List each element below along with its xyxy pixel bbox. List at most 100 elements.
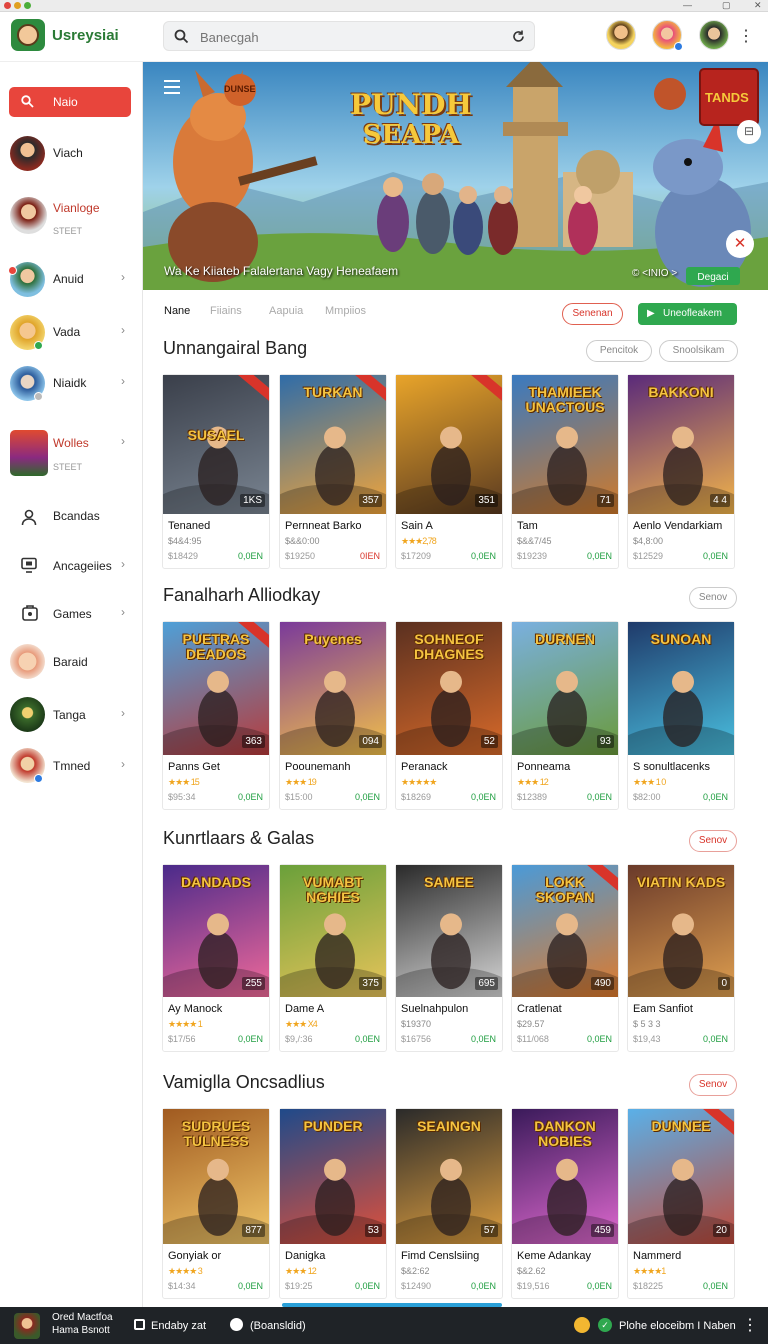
tab-fiiains[interactable]: Fiiains [210,305,242,317]
gift-icon[interactable]: ⊟ [737,120,761,144]
game-status[interactable]: 0,0EN [587,551,612,561]
game-card[interactable]: Puyenes 094 Poounemanh ★★★ 19 $15:00 0,0EN [279,621,387,810]
sidebar-item-wolles[interactable]: Wolles STEET › [0,428,143,476]
sidebar-item-tanga[interactable]: Tanga › [0,695,143,739]
game-status[interactable]: 0,0EN [471,1034,496,1044]
game-status[interactable]: 0,0EN [703,792,728,802]
search-bar[interactable] [163,21,535,51]
game-status[interactable]: 0,0EN [587,792,612,802]
game-cover-art[interactable]: 351 [396,375,502,514]
sidebar-item-bcandas[interactable]: Bcandas [0,502,143,546]
section-filter-pill[interactable]: Senov [689,830,737,852]
game-cover-art[interactable]: DANKON NOBIES 459 [512,1109,618,1244]
game-title[interactable]: Gonyiak or [168,1250,221,1262]
game-card[interactable]: SAMEE 695 Suelnahpulon $19370 $16756 0,0EN [395,864,503,1052]
game-title[interactable]: Tam [517,520,538,532]
sidebar-item-vianloge[interactable]: Vianloge STEET [0,193,143,237]
game-card[interactable]: SUSAEL 1KS Tenaned $4&4:95 $18429 0,0EN [162,374,270,569]
game-card[interactable]: PUETRAS DEADOS 363 Panns Get ★★★ 15 $95:34 0,… [162,621,270,810]
game-status[interactable]: 0,0EN [587,1034,612,1044]
game-status[interactable]: 0,0EN [587,1281,612,1291]
game-card[interactable]: SOHNEOF DHAGNES 52 Peranack ★★★★★ $18269 0,0E… [395,621,503,810]
game-card[interactable]: PUNDER 53 Danigka ★★★ 12 $19:25 0,0EN [279,1108,387,1299]
game-cover-art[interactable]: DANDADS 255 [163,865,269,997]
game-card[interactable]: SUDRUES TULNESS 877 Gonyiak or ★★★★ 3 $14:34… [162,1108,270,1299]
more-menu-icon[interactable]: ⋮ [738,26,754,46]
tab-mmpiios[interactable]: Mmpiios [325,305,366,317]
game-title[interactable]: Peranack [401,761,447,773]
game-card[interactable]: SUNOAN S sonultlacenks ★★★ 1 0 $82:00 0,0EN [627,621,735,810]
game-status[interactable]: 0,0EN [471,792,496,802]
user-avatar-2[interactable] [652,20,683,51]
window-close-icon[interactable]: ✕ [754,0,762,10]
refresh-icon[interactable] [511,29,526,44]
game-cover-art[interactable]: PUETRAS DEADOS 363 [163,622,269,755]
section-filter-pill[interactable]: Senov [689,1074,737,1096]
game-cover-art[interactable]: BAKKONI 4 4 [628,375,734,514]
section-filter-pill[interactable]: Snoolsikam [659,340,738,362]
game-title[interactable]: Eam Sanfiot [633,1003,693,1015]
clock-icon[interactable] [230,1318,243,1331]
tab-nane[interactable]: Nane [164,305,190,317]
app-logo[interactable] [11,19,45,51]
game-cover-art[interactable]: DUNNEE 20 [628,1109,734,1244]
game-card[interactable]: SEAINGN 57 Fimd Censlsiing $&2:62 $12490 0,0E… [395,1108,503,1299]
sidebar-item-ancageiies[interactable]: Ancageiies › [0,552,143,596]
game-cover-art[interactable]: SAMEE 695 [396,865,502,997]
game-card[interactable]: DANKON NOBIES 459 Keme Adankay $&2.62 $19,51… [511,1108,619,1299]
uneofleakem-button[interactable]: ▶ Uneofleakem [638,303,737,325]
sidebar-home-button[interactable]: Naio [9,87,131,117]
game-status[interactable]: 0,0EN [238,1034,263,1044]
game-title[interactable]: Ponneama [517,761,570,773]
sidebar-item-viach[interactable]: Viach [0,132,143,176]
game-status[interactable]: 0,0EN [238,1281,263,1291]
game-cover-art[interactable]: VUMABT NGHIES 375 [280,865,386,997]
game-cover-art[interactable]: VIATIN KADS 0 [628,865,734,997]
game-status[interactable]: 0,0EN [355,1034,380,1044]
game-title[interactable]: Fimd Censlsiing [401,1250,479,1262]
game-status[interactable]: 0,0EN [703,1034,728,1044]
game-status[interactable]: 0,0EN [355,792,380,802]
game-cover-art[interactable]: Puyenes 094 [280,622,386,755]
window-minimize-icon[interactable]: — [683,0,692,10]
section-filter-pill[interactable]: Senov [689,587,737,609]
game-cover-art[interactable]: DURNEN 93 [512,622,618,755]
minimize-window-dot[interactable] [14,2,21,9]
game-cover-art[interactable]: THAMIEEK UNACTOUS 71 [512,375,618,514]
banner-cta-button[interactable]: Degaci [686,267,740,285]
game-title[interactable]: Aenlo Vendarkiam [633,520,722,532]
game-title[interactable]: Suelnahpulon [401,1003,468,1015]
section-filter-pill[interactable]: Pencitok [586,340,652,362]
game-cover-art[interactable]: PUNDER 53 [280,1109,386,1244]
game-cover-art[interactable]: SUDRUES TULNESS 877 [163,1109,269,1244]
game-card[interactable]: THAMIEEK UNACTOUS 71 Tam $&&7/45 $19239 0,0EN [511,374,619,569]
game-card[interactable]: BAKKONI 4 4 Aenlo Vendarkiam $4,8:00 $12529 0… [627,374,735,569]
menu-icon[interactable] [164,80,180,94]
game-title[interactable]: Pernneat Barko [285,520,361,532]
bottom-link-1[interactable]: Endaby zat [151,1320,206,1332]
game-status[interactable]: 0IEN [360,551,380,561]
tab-aapuia[interactable]: Aapuia [269,305,303,317]
game-card[interactable]: 351 Sain A ★★★2,78 $17209 0,0EN [395,374,503,569]
game-cover-art[interactable]: SUSAEL 1KS [163,375,269,514]
game-cover-art[interactable]: LOKK SKOPAN 490 [512,865,618,997]
game-status[interactable]: 0,0EN [238,792,263,802]
search-input[interactable] [200,28,500,46]
game-title[interactable]: Dame A [285,1003,324,1015]
game-card[interactable]: DUNNEE 20 Nammerd ★★★★1 $18225 0,0EN [627,1108,735,1299]
game-title[interactable]: S sonultlacenks [633,761,710,773]
game-card[interactable]: VIATIN KADS 0 Eam Sanfiot $ 5 3 3 $19,43 0,0E… [627,864,735,1052]
game-card[interactable]: TURKAN 357 Pernneat Barko $&&0:00 $19250 0IEN [279,374,387,569]
hero-banner[interactable]: PUNDH SEAPA DUNSE TANDS ⊟ ✕ Wa Ke Kiiate… [143,62,768,290]
game-status[interactable]: 0,0EN [703,1281,728,1291]
game-title[interactable]: Keme Adankay [517,1250,591,1262]
more-menu-icon[interactable]: ⋮ [742,1315,758,1335]
game-status[interactable]: 0,0EN [703,551,728,561]
game-card[interactable]: DANDADS 255 Ay Manock ★★★★ 1 $17/56 0,0EN [162,864,270,1052]
game-cover-art[interactable]: TURKAN 357 [280,375,386,514]
bottom-link-2[interactable]: (Boansldid) [250,1320,306,1332]
sidebar-item-vada[interactable]: Vada › [0,311,143,355]
window-restore-icon[interactable]: ▢ [722,0,731,10]
user-avatar-3[interactable] [699,20,729,50]
game-status[interactable]: 0,0EN [355,1281,380,1291]
